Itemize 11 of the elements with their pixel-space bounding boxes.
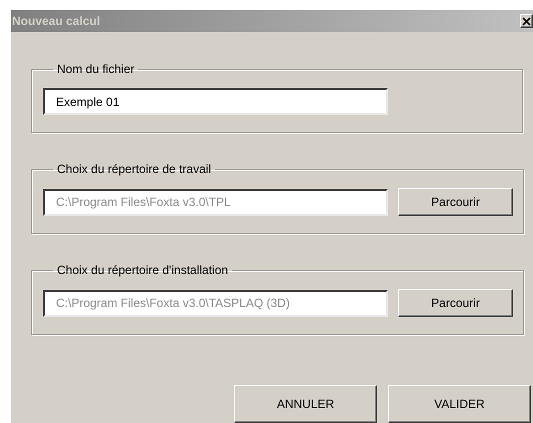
- group-label: Choix du répertoire d'installation: [56, 263, 230, 277]
- close-icon: [522, 16, 531, 26]
- group-label: Choix du répertoire de travail: [56, 162, 212, 176]
- cancel-button[interactable]: ANNULER: [234, 385, 377, 423]
- group-label: Nom du fichier: [56, 62, 136, 76]
- close-button[interactable]: [520, 14, 533, 28]
- browse-button[interactable]: Parcourir: [398, 289, 513, 317]
- validate-button[interactable]: VALIDER: [388, 385, 531, 423]
- window-title: Nouveau calcul: [11, 14, 100, 28]
- browse-button[interactable]: Parcourir: [398, 188, 513, 216]
- input-field[interactable]: Exemple 01: [43, 88, 388, 115]
